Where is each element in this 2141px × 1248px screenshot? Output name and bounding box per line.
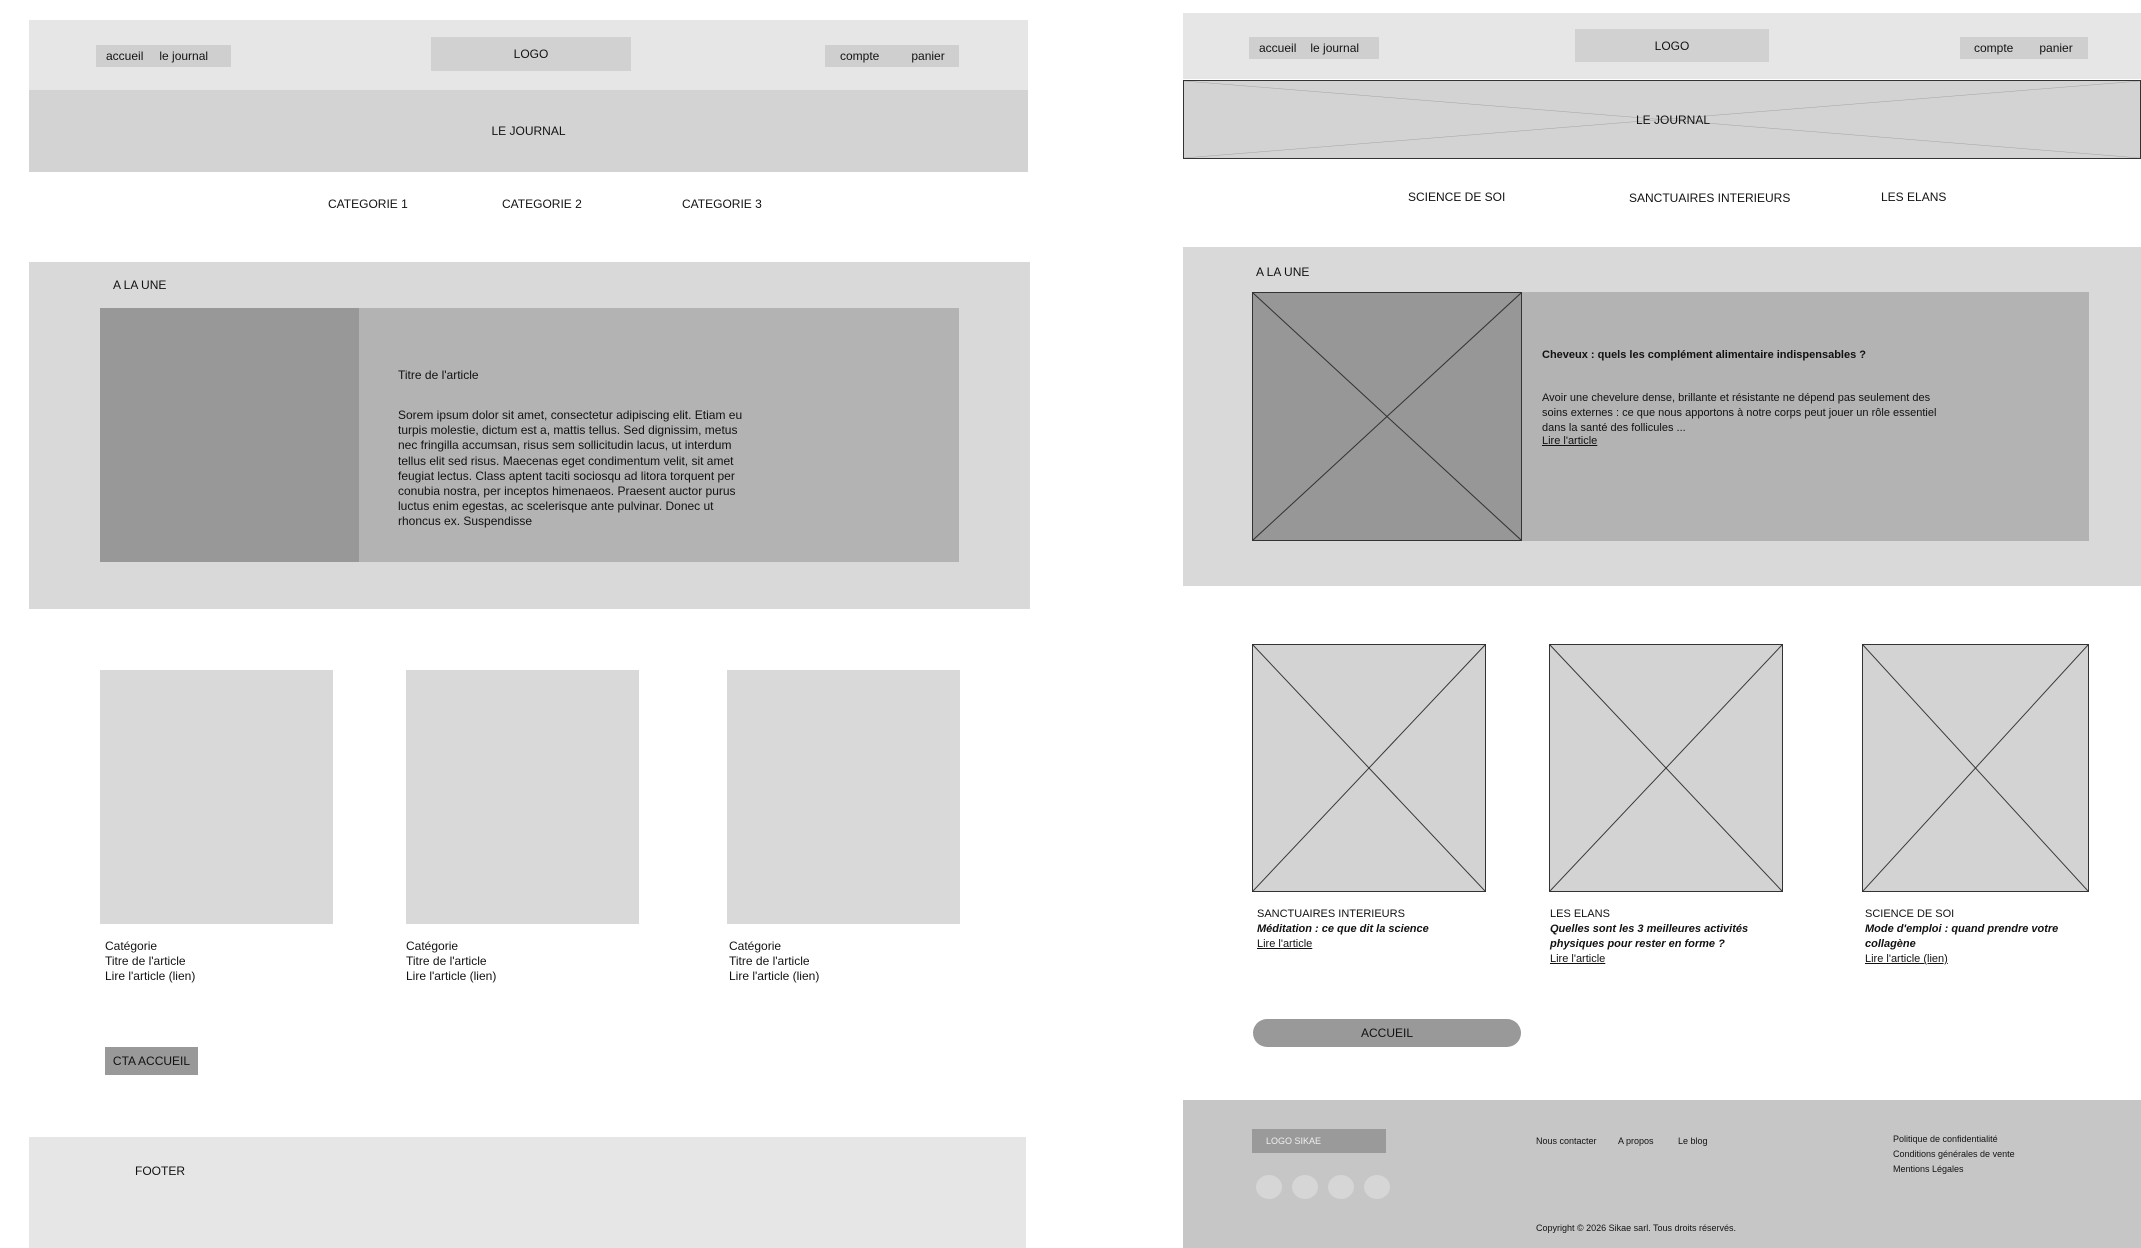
card-image-placeholder[interactable] — [1862, 644, 2089, 892]
card-text: Catégorie Titre de l'article Lire l'arti… — [729, 939, 819, 984]
card-text: LES ELANS Quelles sont les 3 meilleures … — [1550, 907, 1775, 967]
footer-legal-links: Politique de confidentialité Conditions … — [1893, 1132, 2015, 1177]
banner-title: LE JOURNAL — [1636, 113, 1711, 127]
card-text: Catégorie Titre de l'article Lire l'arti… — [406, 939, 496, 984]
image-placeholder-x — [1863, 645, 2088, 891]
category-link-3[interactable]: CATEGORIE 3 — [682, 197, 762, 211]
right-nav-links: accueil le journal — [1249, 37, 1379, 59]
cta-home-button[interactable]: ACCUEIL — [1253, 1019, 1521, 1047]
card-title: Méditation : ce que dit la science — [1257, 923, 1429, 935]
footer-link[interactable]: Nous contacter — [1536, 1136, 1597, 1146]
image-placeholder-x — [1550, 645, 1782, 891]
featured-article-body: Sorem ipsum dolor sit amet, consectetur … — [398, 408, 743, 529]
left-banner: LE JOURNAL — [29, 90, 1028, 172]
left-nav-links: accueil le journal — [96, 45, 231, 67]
featured-image-placeholder — [100, 308, 359, 562]
card-link[interactable]: Lire l'article (lien) — [406, 969, 496, 984]
card-category: Catégorie — [729, 939, 782, 953]
social-icon[interactable] — [1256, 1175, 1282, 1199]
nav-home-link[interactable]: accueil — [96, 49, 153, 63]
footer-logo[interactable]: LOGO SIKAE — [1252, 1129, 1386, 1153]
nav-cart-link[interactable]: panier — [889, 49, 954, 63]
card-link[interactable]: Lire l'article (lien) — [729, 969, 819, 984]
category-link-1[interactable]: CATEGORIE 1 — [328, 197, 408, 211]
nav-cart-link[interactable]: panier — [2023, 41, 2082, 55]
image-placeholder-x — [1253, 645, 1485, 891]
card-title: Titre de l'article — [729, 954, 810, 968]
image-placeholder-x — [1253, 293, 1521, 540]
social-icon[interactable] — [1292, 1175, 1318, 1199]
category-link-science[interactable]: SCIENCE DE SOI — [1408, 190, 1505, 204]
right-account-links: compte panier — [1960, 37, 2088, 59]
nav-journal-link[interactable]: le journal — [1306, 41, 1369, 55]
cta-home-button[interactable]: CTA ACCUEIL — [105, 1047, 198, 1075]
footer-link[interactable]: Le blog — [1678, 1136, 1708, 1146]
social-icon[interactable] — [1328, 1175, 1354, 1199]
nav-account-link[interactable]: compte — [1960, 41, 2023, 55]
card-category: Catégorie — [105, 939, 158, 953]
card-link[interactable]: Lire l'article — [1550, 952, 1775, 967]
left-account-links: compte panier — [825, 45, 959, 67]
card-link[interactable]: Lire l'article — [1257, 937, 1467, 952]
left-footer — [29, 1137, 1026, 1248]
logo[interactable]: LOGO — [1575, 29, 1769, 62]
card-category: SANCTUAIRES INTERIEURS — [1257, 908, 1405, 920]
featured-read-link[interactable]: Lire l'article — [1542, 435, 1597, 447]
featured-image-placeholder — [1252, 292, 1522, 541]
featured-article-title: Titre de l'article — [398, 368, 479, 382]
category-link-elans[interactable]: LES ELANS — [1881, 190, 1946, 204]
card-category: LES ELANS — [1550, 908, 1610, 920]
logo[interactable]: LOGO — [431, 37, 631, 71]
social-icon[interactable] — [1364, 1175, 1390, 1199]
card-link[interactable]: Lire l'article (lien) — [105, 969, 195, 984]
nav-journal-link[interactable]: le journal — [153, 49, 218, 63]
featured-section-title: A LA UNE — [1256, 265, 1310, 279]
card-title: Mode d'emploi : quand prendre votre coll… — [1865, 923, 2059, 950]
category-link-2[interactable]: CATEGORIE 2 — [502, 197, 582, 211]
card-link[interactable]: Lire l'article (lien) — [1865, 952, 2085, 967]
card-text: SCIENCE DE SOI Mode d'emploi : quand pre… — [1865, 907, 2085, 967]
card-image-placeholder[interactable] — [727, 670, 960, 924]
card-title: Titre de l'article — [105, 954, 186, 968]
card-title: Titre de l'article — [406, 954, 487, 968]
card-category: Catégorie — [406, 939, 459, 953]
card-category: SCIENCE DE SOI — [1865, 908, 1955, 920]
copyright: Copyright © 2026 Sikae sarl. Tous droits… — [1536, 1223, 1737, 1233]
privacy-link[interactable]: Politique de confidentialité — [1893, 1132, 2015, 1147]
banner-title: LE JOURNAL — [491, 124, 566, 138]
card-image-placeholder[interactable] — [1252, 644, 1486, 892]
card-text: Catégorie Titre de l'article Lire l'arti… — [105, 939, 195, 984]
card-image-placeholder[interactable] — [100, 670, 333, 924]
nav-account-link[interactable]: compte — [825, 49, 889, 63]
nav-home-link[interactable]: accueil — [1249, 41, 1306, 55]
card-image-placeholder[interactable] — [1549, 644, 1783, 892]
featured-article-body: Avoir une chevelure dense, brillante et … — [1542, 392, 1937, 434]
featured-section-title: A LA UNE — [113, 278, 167, 292]
footer-link[interactable]: A propos — [1618, 1136, 1654, 1146]
footer-logo-label: LOGO SIKAE — [1266, 1136, 1322, 1146]
card-title: Quelles sont les 3 meilleures activités … — [1550, 923, 1749, 950]
category-link-sanctuaires[interactable]: SANCTUAIRES INTERIEURS — [1629, 191, 1790, 205]
featured-article-title: Cheveux : quels les complément alimentai… — [1542, 349, 1866, 361]
legal-notice-link[interactable]: Mentions Légales — [1893, 1162, 2015, 1177]
terms-link[interactable]: Conditions générales de vente — [1893, 1147, 2015, 1162]
card-text: SANCTUAIRES INTERIEURS Méditation : ce q… — [1257, 907, 1467, 952]
footer-label: FOOTER — [135, 1164, 185, 1178]
card-image-placeholder[interactable] — [406, 670, 639, 924]
